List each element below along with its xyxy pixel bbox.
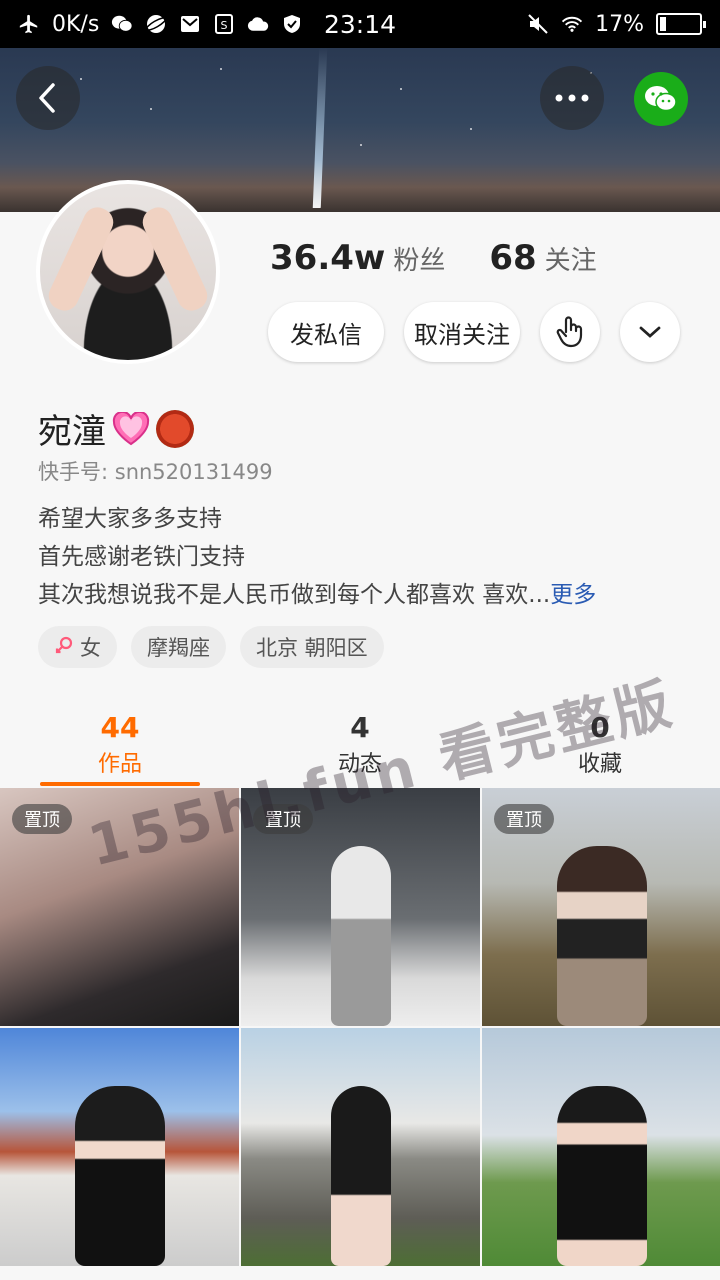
content-tabs: 44 作品 4 动态 0 收藏 [0, 700, 720, 788]
profile-name-row: 宛潼 [38, 404, 194, 453]
works-grid: 置顶 置顶 置顶 [0, 788, 720, 1266]
light-beam [289, 48, 351, 208]
tab-favorites[interactable]: 0 收藏 [480, 700, 720, 788]
video-thumbnail[interactable] [482, 1028, 720, 1266]
profile-stats: 36.4w 粉丝 68 关注 [270, 238, 597, 278]
tab-label: 作品 [97, 751, 142, 777]
gender-label: 女 [80, 636, 101, 660]
net-speed: 0K/s [52, 11, 100, 37]
female-icon [54, 635, 74, 660]
unfollow-button[interactable]: 取消关注 [404, 302, 520, 362]
wechat-icon [645, 86, 677, 112]
tab-works[interactable]: 44 作品 [0, 700, 240, 788]
wifi-icon [561, 13, 583, 35]
wechat-share-button[interactable] [634, 72, 688, 126]
wechat-notification-icon [111, 13, 133, 35]
tab-label: 动态 [337, 751, 382, 777]
svg-text:S: S [221, 19, 228, 32]
avatar[interactable] [36, 180, 220, 364]
battery-percent: 17% [595, 11, 644, 37]
hand-tap-icon [556, 316, 583, 348]
bio: 希望大家多多支持 首先感谢老铁门支持 其次我想说我不是人民币做到每个人都喜欢 喜… [38, 500, 688, 614]
active-tab-indicator [40, 782, 200, 786]
pinned-badge: 置顶 [494, 804, 554, 834]
kuaishou-id: 快手号: snn520131499 [38, 460, 273, 484]
cloud-icon [247, 13, 269, 35]
airplane-icon [18, 13, 40, 35]
back-button[interactable] [16, 66, 80, 130]
tab-count: 44 [100, 710, 140, 744]
followers-label: 粉丝 [393, 246, 446, 276]
bio-line: 首先感谢老铁门支持 [38, 544, 245, 570]
mute-icon [527, 13, 549, 35]
profile-tags: 女 摩羯座 北京 朝阳区 [38, 626, 384, 668]
shield-icon [281, 13, 303, 35]
tab-moments[interactable]: 4 动态 [240, 700, 480, 788]
location-tag: 北京 朝阳区 [240, 626, 384, 668]
pinned-badge: 置顶 [253, 804, 313, 834]
video-thumbnail[interactable]: 置顶 [241, 788, 480, 1026]
send-message-button[interactable]: 发私信 [268, 302, 384, 362]
chevron-down-icon [639, 326, 661, 338]
pinned-badge: 置顶 [12, 804, 72, 834]
followers-count: 36.4w [270, 238, 386, 278]
gender-tag: 女 [38, 626, 117, 668]
sim-icon: S [213, 13, 235, 35]
expand-button[interactable] [620, 302, 680, 362]
zodiac-tag: 摩羯座 [131, 626, 226, 668]
tab-label: 收藏 [577, 751, 622, 777]
video-thumbnail[interactable]: 置顶 [482, 788, 720, 1026]
pink-heart-icon [112, 410, 150, 446]
following-label: 关注 [544, 246, 597, 276]
video-thumbnail[interactable] [241, 1028, 480, 1266]
chevron-left-icon [39, 83, 55, 113]
following-stat[interactable]: 68 关注 [489, 238, 596, 278]
bio-line: 希望大家多多支持 [38, 506, 222, 532]
tab-count: 0 [590, 710, 610, 744]
bio-more-link[interactable]: 更多 [550, 582, 596, 608]
more-button[interactable] [540, 66, 604, 130]
video-thumbnail[interactable]: 置顶 [0, 788, 239, 1026]
bio-line: 其次我想说我不是人民币做到每个人都喜欢 喜欢... [38, 582, 551, 608]
battery-icon [656, 13, 706, 35]
rose-icon [156, 409, 194, 448]
following-count: 68 [489, 238, 537, 278]
tab-count: 4 [350, 710, 370, 744]
followers-stat[interactable]: 36.4w 粉丝 [270, 238, 445, 278]
profile-name: 宛潼 [38, 412, 106, 452]
poke-button[interactable] [540, 302, 600, 362]
status-bar: 0K/s S 23:14 17% [0, 0, 720, 48]
video-thumbnail[interactable] [0, 1028, 239, 1266]
mail-icon [179, 13, 201, 35]
more-dots-icon [555, 94, 589, 102]
browser-icon [145, 13, 167, 35]
